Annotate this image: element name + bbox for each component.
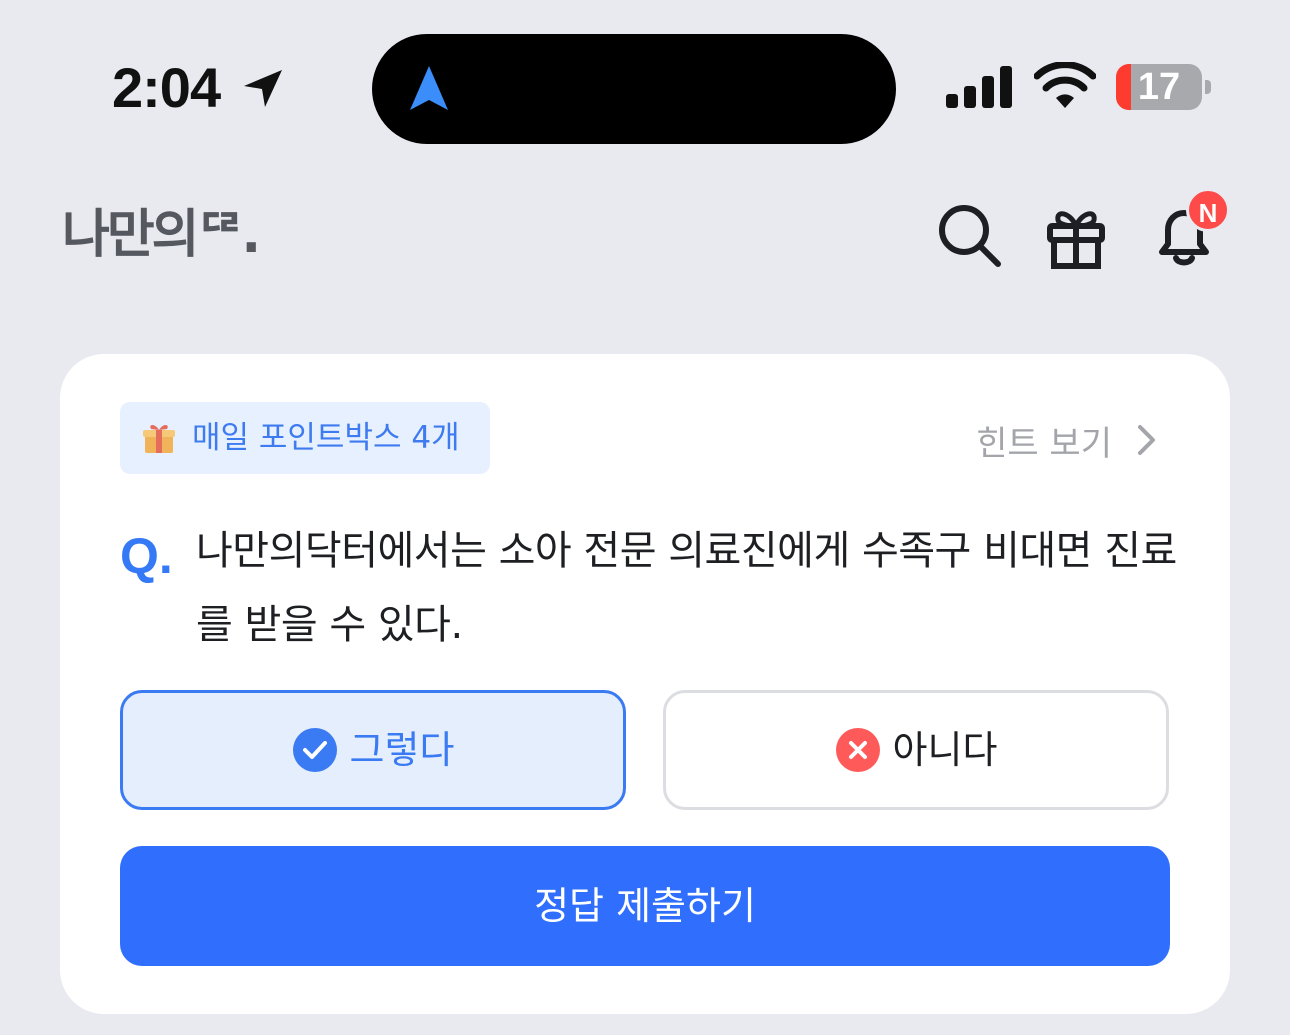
- answer-yes-button[interactable]: 그렇다: [120, 690, 626, 810]
- navigation-arrow-icon: [410, 66, 448, 110]
- notification-badge: N: [1186, 188, 1230, 232]
- question-text: 나만의닥터에서는 소아 전문 의료진에게 수족구 비대면 진료를 받을 수 있다…: [196, 528, 1177, 648]
- x-circle-icon: [835, 728, 880, 772]
- answer-no-button[interactable]: 아니다: [663, 690, 1169, 810]
- submit-answer-button[interactable]: 정답 제출하기: [120, 846, 1170, 966]
- check-circle-icon: [292, 728, 337, 772]
- dynamic-island: [372, 34, 896, 144]
- status-bar: 2:04 17: [0, 0, 1290, 160]
- gift-button[interactable]: [1040, 200, 1112, 272]
- daily-quiz-card: 매일 포인트박스 4개 힌트 보기 Q. 나만의닥터에서는 소아 전문 의료진에…: [60, 354, 1230, 1014]
- location-arrow-icon: [244, 70, 282, 107]
- battery-percent: 17: [1137, 66, 1181, 108]
- gift-icon: [1047, 211, 1105, 269]
- answer-yes-label: 그렇다: [349, 728, 455, 772]
- chevron-right-icon: [1138, 425, 1155, 455]
- question-marker: Q.: [120, 528, 173, 584]
- gift-box-icon: [143, 425, 175, 453]
- hint-label: 힌트 보기: [976, 423, 1112, 464]
- pointbox-label: 매일 포인트박스 4개: [192, 420, 460, 456]
- cellular-signal-icon: [946, 66, 1012, 108]
- search-icon: [939, 205, 1001, 267]
- wifi-icon: [1034, 62, 1096, 108]
- battery-indicator: 17: [1116, 64, 1214, 110]
- pointbox-chip: 매일 포인트박스 4개: [120, 402, 490, 474]
- hint-link[interactable]: 힌트 보기: [976, 410, 1160, 470]
- app-logo[interactable]: 나만의ᄃᄅ.: [62, 200, 261, 270]
- search-button[interactable]: [934, 200, 1006, 272]
- app-header: 나만의ᄃᄅ.: [0, 170, 1290, 300]
- answer-no-label: 아니다: [892, 728, 998, 772]
- status-time: 2:04: [112, 56, 221, 119]
